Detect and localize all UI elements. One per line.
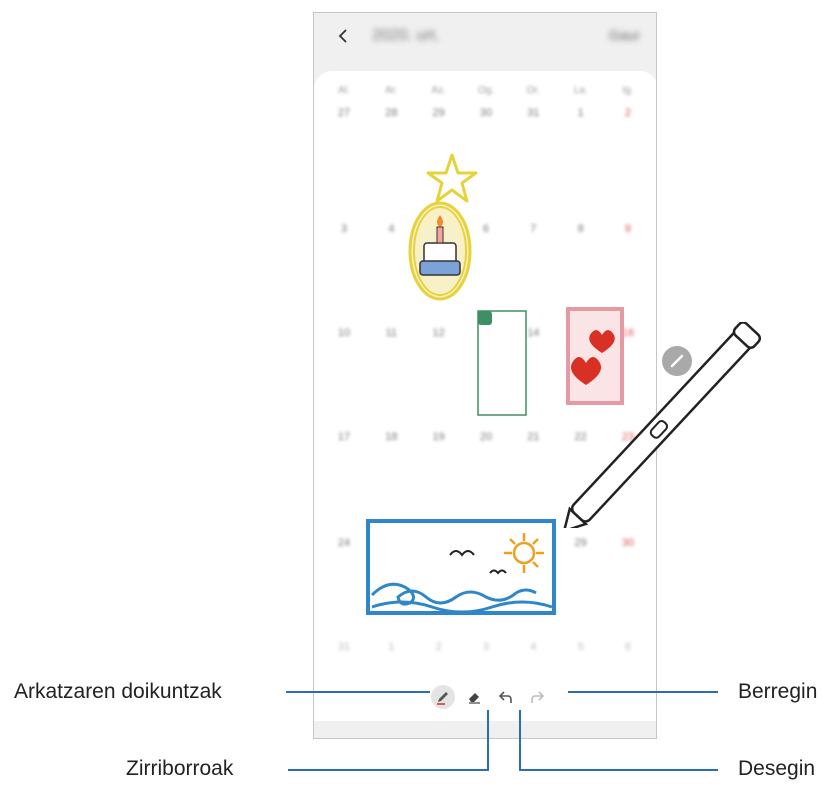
callout-eraser: Zirriborroak xyxy=(126,757,234,780)
callout-pen-settings: Arkatzaren doikuntzak xyxy=(14,680,222,703)
callout-redo: Berregin xyxy=(738,680,818,703)
callout-undo: Desegin xyxy=(738,757,816,780)
